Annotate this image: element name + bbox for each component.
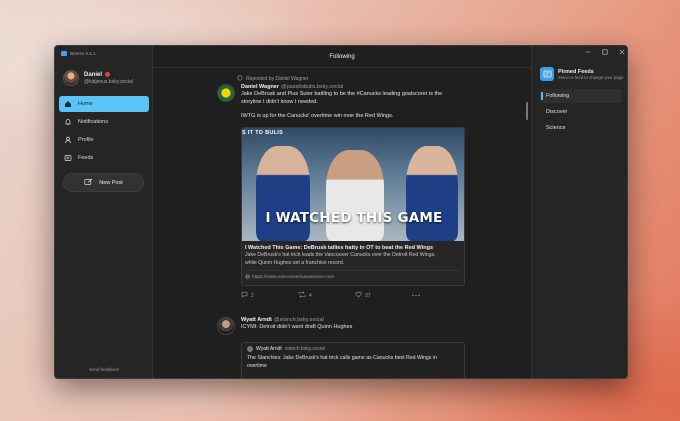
- ellipsis-icon: [412, 293, 420, 299]
- post-text-line: IWTG is up for the Canucks' overtime win…: [241, 113, 394, 119]
- sidebar-item-feeds[interactable]: Feeds: [59, 150, 149, 166]
- feeds-icon: [64, 154, 72, 162]
- feed-item-discover[interactable]: Discover: [540, 105, 622, 119]
- post-content: Daniel Wagner @passitobulis.bsky.social J…: [241, 84, 465, 120]
- sidebar-item-profile[interactable]: Profile: [59, 132, 149, 148]
- sidebar-item-label: Profile: [78, 137, 94, 143]
- bell-icon: [64, 118, 72, 126]
- thumbnail-headline: I WATCHED THIS GAME: [265, 210, 443, 226]
- compose-icon: [84, 178, 93, 188]
- feed-item-science[interactable]: Science: [540, 121, 622, 135]
- embed-title: I Watched This Game: DeBrusk tallies hat…: [245, 245, 433, 251]
- thumbnail-brand-text: S IT TO BULIS: [242, 130, 284, 136]
- sidebar-item-label: Home: [78, 101, 93, 107]
- profile-handle: @kidjenus.bsky.social: [84, 78, 133, 85]
- repost-indicator: Reposted by Daniel Wagner: [237, 75, 308, 83]
- repost-text: Reposted by Daniel Wagner: [246, 76, 309, 82]
- feed-item-label: Following: [546, 93, 570, 99]
- repost-button[interactable]: 4: [298, 291, 355, 300]
- reply-count: 2: [251, 292, 254, 299]
- feed-item-following[interactable]: Following: [540, 89, 622, 103]
- quote-avatar: [247, 346, 253, 352]
- quote-author-name: Wyatt Arndt: [256, 346, 282, 352]
- person-icon: [64, 136, 72, 144]
- app-title-text: Breeze 0.5.1: [70, 51, 96, 56]
- quote-text-line: overtime: [247, 362, 267, 369]
- sidebar-item-home[interactable]: Home: [59, 96, 149, 112]
- feed-list: Following Discover Science: [540, 89, 622, 137]
- status-dot-icon: [105, 72, 111, 77]
- sidebar-nav: Home Notifications Profile Feeds: [59, 96, 149, 168]
- embed-meta: I Watched This Game: DeBrusk tallies hat…: [242, 241, 464, 281]
- embed-thumbnail: S IT TO BULIS I WATCHED THIS GAME: [242, 128, 464, 241]
- app-window: Breeze 0.5.1 Daniel @kidjenus.bsky.socia…: [54, 45, 628, 379]
- post-text-line: ICYMI: Detroit didn't want draft Quinn H…: [241, 324, 353, 330]
- close-icon[interactable]: [619, 49, 625, 57]
- maximize-icon[interactable]: [602, 49, 608, 57]
- reply-icon: [241, 291, 248, 300]
- new-post-label: New Post: [99, 179, 123, 186]
- butterfly-logo-icon: [61, 51, 67, 56]
- embed-url: https://www.vancouverisawesome.com: [245, 270, 461, 281]
- reply-button[interactable]: 2: [241, 291, 298, 300]
- window-controls: [585, 49, 625, 57]
- profile-name-row: Daniel: [84, 72, 133, 78]
- embed-description-line: while Quinn Hughes set a franchise recor…: [245, 259, 345, 266]
- pinned-feeds-icon: [540, 67, 554, 81]
- player-figure: [406, 146, 458, 241]
- repost-count: 4: [309, 292, 312, 299]
- pinned-feeds-panel: Pinned Feeds Select a feed to change you…: [531, 46, 627, 378]
- link-embed-card[interactable]: S IT TO BULIS I WATCHED THIS GAME I Watc…: [241, 127, 465, 286]
- main-feed: Following Reposted by Daniel Wagner Dani…: [153, 46, 531, 378]
- repost-arrows-icon: [298, 291, 306, 300]
- post-actions: 2 4 37: [241, 291, 441, 300]
- embed-url-text: https://www.vancouverisawesome.com: [252, 275, 335, 280]
- post-content: Wyatt Arndt @stanch.bsky.social ICYMI: De…: [241, 317, 465, 331]
- minimize-icon[interactable]: [585, 49, 591, 57]
- post-author-avatar[interactable]: [217, 317, 235, 335]
- app-title: Breeze 0.5.1: [61, 51, 96, 56]
- sidebar-item-notifications[interactable]: Notifications: [59, 114, 149, 130]
- quote-post-card[interactable]: Wyatt Arndt stanch.bsky.social The Stanc…: [241, 342, 465, 378]
- post-author-avatar[interactable]: [217, 84, 235, 102]
- page-title: Following: [153, 46, 531, 68]
- globe-icon: [245, 274, 250, 281]
- feed-item-label: Discover: [546, 109, 568, 115]
- quote-author-handle: stanch.bsky.social: [284, 346, 326, 352]
- home-icon: [64, 100, 72, 108]
- like-button[interactable]: 37: [355, 291, 412, 300]
- heart-icon: [355, 291, 362, 300]
- embed-description-line: Jake DeBrusk's hat trick leads the Vanco…: [245, 252, 436, 258]
- sidebar-item-label: Notifications: [78, 119, 108, 125]
- pinned-feeds-header: Pinned Feeds Select a feed to change you…: [540, 67, 624, 81]
- post-text-line: storyline I didn't know I needed.: [241, 99, 318, 105]
- avatar[interactable]: [63, 70, 79, 86]
- profile-name: Daniel: [84, 71, 103, 78]
- player-figure: [326, 150, 384, 241]
- player-figure: [256, 146, 310, 241]
- quote-author: Wyatt Arndt stanch.bsky.social: [247, 346, 459, 352]
- quote-text-line: The Stanchies: Jake DeBrusk's hat trick …: [247, 355, 437, 361]
- sidebar: Breeze 0.5.1 Daniel @kidjenus.bsky.socia…: [55, 46, 153, 378]
- new-post-button[interactable]: New Post: [63, 173, 144, 192]
- profile-header[interactable]: Daniel @kidjenus.bsky.social: [63, 70, 133, 86]
- send-feedback-link[interactable]: Send feedback: [55, 367, 153, 372]
- pinned-feeds-subtitle: Select a feed to change your page: [558, 74, 624, 80]
- like-count: 37: [365, 292, 371, 299]
- repost-icon: [237, 75, 243, 83]
- more-options-button[interactable]: [412, 291, 420, 300]
- feed-item-label: Science: [546, 125, 566, 131]
- sidebar-item-label: Feeds: [78, 155, 94, 161]
- scrollbar-thumb[interactable]: [526, 102, 528, 120]
- post-text-line: Jake DeBrusk and Pius Suter battling to …: [241, 91, 443, 97]
